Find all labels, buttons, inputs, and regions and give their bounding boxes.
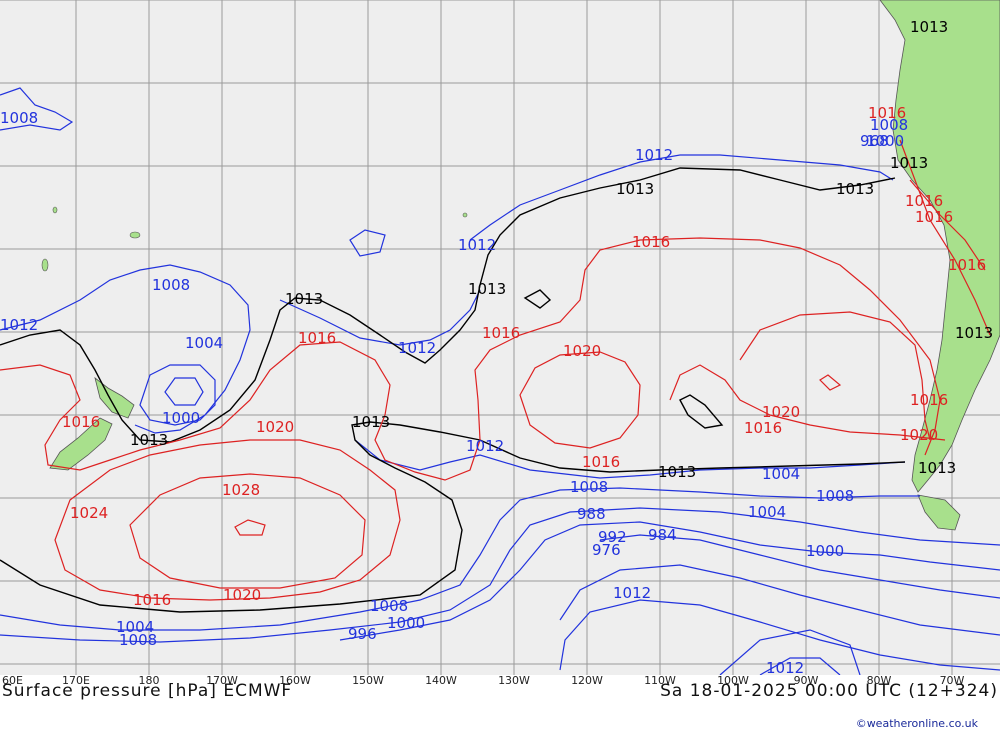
pressure-chart: 1008101210121012101210121008100410001008… <box>0 0 1000 733</box>
isobar-label-black: 1013 <box>616 180 654 198</box>
isobar-label-blue: 1008 <box>570 478 608 496</box>
isobar-label-red: 1016 <box>298 329 336 347</box>
isobar-label-blue: 1004 <box>185 334 223 352</box>
isobar-label-red: 1016 <box>632 233 670 251</box>
isobar-label-red: 1016 <box>582 453 620 471</box>
isobar-label-black: 1013 <box>352 413 390 431</box>
isobar-label-blue: 1012 <box>613 584 651 602</box>
isobar-label-blue: 1012 <box>466 437 504 455</box>
isobar-label-blue: 988 <box>577 505 606 523</box>
weather-map: 1008 1012 1012 1012 1012 1012 1008 1004 1000 1008… <box>0 0 1000 733</box>
isobar-label-red: 1016 <box>868 104 906 122</box>
isobar-label-red: 1020 <box>900 426 938 444</box>
isobar-label-black: 1013 <box>890 154 928 172</box>
isobar-label-blue: 1000 <box>387 614 425 632</box>
isobar-label-red: 1016 <box>133 591 171 609</box>
isobar-label-red: 1016 <box>62 413 100 431</box>
isobar-label-blue: 1004 <box>748 503 786 521</box>
isobar-label-black: 1013 <box>955 324 993 342</box>
isobar-label-blue: 976 <box>592 541 621 559</box>
isobar-label-blue: 1000 <box>162 409 200 427</box>
isobar-label-black: 1013 <box>836 180 874 198</box>
longitude-label: 120W <box>571 674 603 687</box>
isobar-label-blue: 1012 <box>635 146 673 164</box>
isobar-label-blue: 1004 <box>762 465 800 483</box>
longitude-label: 140W <box>425 674 457 687</box>
isobar-label-black: 1013 <box>658 463 696 481</box>
chart-title: Surface pressure [hPa] ECMWF <box>2 681 292 701</box>
isobar-label-blue: 1012 <box>458 236 496 254</box>
isobar-label-red: 1024 <box>70 504 108 522</box>
isobar-label-black: 1013 <box>918 459 956 477</box>
credit-link[interactable]: ©weatheronline.co.uk <box>856 717 979 730</box>
isobar-label-blue: 1008 <box>816 487 854 505</box>
isobar-label-blue: 996 <box>348 625 377 643</box>
isobar-label-black: 1013 <box>910 18 948 36</box>
isobar-label-blue: 1008 <box>370 597 408 615</box>
isobar-label-red: 1016 <box>482 324 520 342</box>
isobar-label-blue: 984 <box>648 526 677 544</box>
isobar-label-red: 1016 <box>948 256 986 274</box>
longitude-label: 150W <box>352 674 384 687</box>
isobar-label-black: 1013 <box>130 431 168 449</box>
isobar-label-black: 1013 <box>285 290 323 308</box>
isobar-label-red: 1020 <box>563 342 601 360</box>
isobar-label-blue: 1008 <box>0 109 38 127</box>
isobar-label-blue: 1000 <box>806 542 844 560</box>
isobar-label-blue: 1012 <box>0 316 38 334</box>
isobar-label-red: 1016 <box>910 391 948 409</box>
isobar-label-blue: 1012 <box>398 339 436 357</box>
forecast-time: Sa 18-01-2025 00:00 UTC (12+324) <box>660 681 998 701</box>
isobar-label-red: 1020 <box>256 418 294 436</box>
isobar-label-black: 1013 <box>468 280 506 298</box>
isobar-label-red: 1028 <box>222 481 260 499</box>
isobar-label-red: 1016 <box>915 208 953 226</box>
isobar-label-red: 1020 <box>223 586 261 604</box>
isobar-label-blue: 968 <box>860 132 889 150</box>
isobar-label-blue: 1008 <box>119 631 157 649</box>
isobar-label-red: 1016 <box>744 419 782 437</box>
isobar-label-blue: 1008 <box>152 276 190 294</box>
longitude-label: 130W <box>498 674 530 687</box>
